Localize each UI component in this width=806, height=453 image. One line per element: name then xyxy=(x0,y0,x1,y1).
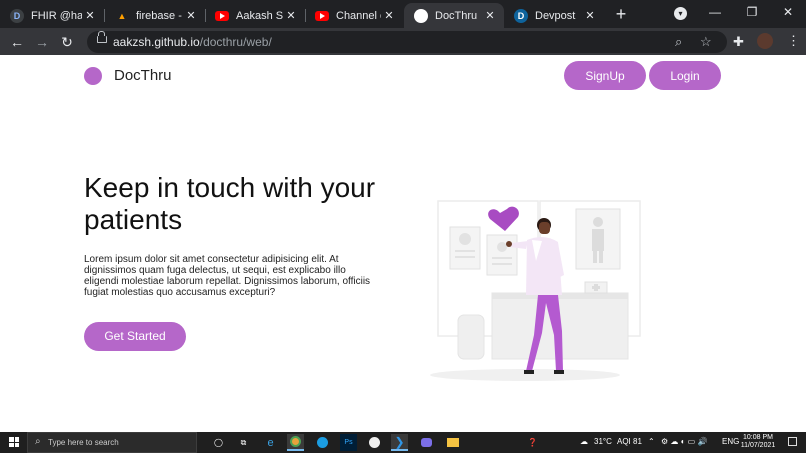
task-view-icon[interactable]: ⧉ xyxy=(235,434,252,451)
restore-icon[interactable]: ❐ xyxy=(737,5,767,19)
url-host: aakzsh.github.io xyxy=(113,35,200,49)
tab-search-icon[interactable]: ▾ xyxy=(674,7,687,20)
edge-legacy-icon[interactable]: e xyxy=(262,434,279,451)
new-tab-button[interactable]: + xyxy=(612,5,630,23)
browser-tab[interactable]: D FHIR @hac ✕ xyxy=(0,3,104,28)
browser-toolbar: ← → ↻ aakzsh.github.io/docthru/web/ ⌕ ☆ … xyxy=(0,28,806,55)
tab-title: Aakash Shr xyxy=(236,9,283,22)
tray-icons[interactable]: ⚙ ☁ ◐ ▭ 🔊 xyxy=(661,437,707,446)
photoshop-icon[interactable]: Ps xyxy=(340,434,357,451)
profile-avatar[interactable] xyxy=(757,33,773,49)
close-icon[interactable]: ✕ xyxy=(582,9,598,22)
logo-icon[interactable] xyxy=(84,67,102,85)
browser-menu-icon[interactable]: ⋮ xyxy=(787,33,800,49)
url-path: /docthru/web/ xyxy=(199,35,272,49)
app-icon[interactable] xyxy=(366,434,383,451)
bookmark-star-icon[interactable]: ☆ xyxy=(700,34,712,50)
browser-tab[interactable]: Channel co ✕ xyxy=(305,3,403,28)
discord-icon[interactable] xyxy=(418,434,435,451)
back-icon[interactable]: ← xyxy=(8,33,26,51)
doctor-illustration xyxy=(430,200,641,381)
browser-tab-strip: D FHIR @hac ✕ ▲ firebase - H ✕ Aakash Sh… xyxy=(0,0,806,28)
browser-tab[interactable]: Aakash Shr ✕ xyxy=(205,3,305,28)
hero-title: Keep in touch with your patients xyxy=(84,172,376,235)
aqi-text[interactable]: AQI 81 xyxy=(617,437,642,446)
edge-icon[interactable] xyxy=(314,434,331,451)
browser-tab[interactable]: ▲ firebase - H ✕ xyxy=(105,3,205,28)
forward-icon[interactable]: → xyxy=(33,33,51,51)
close-icon[interactable]: ✕ xyxy=(183,9,199,22)
file-explorer-icon[interactable] xyxy=(444,434,461,451)
youtube-icon xyxy=(315,10,329,21)
browser-tab[interactable]: D Devpost ✕ xyxy=(504,3,604,28)
tab-title: FHIR @hac xyxy=(31,9,82,22)
window-close-icon[interactable]: ✕ xyxy=(773,5,803,19)
site-brand[interactable]: DocThru xyxy=(114,67,172,84)
browser-tab-active[interactable]: DocThru ✕ xyxy=(404,3,504,28)
taskbar-clock[interactable]: 10:08 PM 11/07/2021 xyxy=(740,434,776,450)
close-icon[interactable]: ✕ xyxy=(82,9,98,22)
weather-temp[interactable]: 31°C xyxy=(594,437,612,446)
reload-icon[interactable]: ↻ xyxy=(58,33,76,51)
url-text[interactable]: aakzsh.github.io/docthru/web/ xyxy=(113,35,272,49)
hero-description: Lorem ipsum dolor sit amet consectetur a… xyxy=(84,254,371,298)
site-navbar: DocThru SignUp Login xyxy=(0,55,806,97)
devpost-d-icon: D xyxy=(10,8,24,23)
cortana-icon[interactable]: ◯ xyxy=(210,434,227,451)
taskbar-search-box[interactable]: ⌕ Type here to search xyxy=(27,432,197,453)
weather-icon[interactable]: ☁ xyxy=(580,437,588,446)
devpost-d-icon: D xyxy=(514,8,528,23)
search-icon: ⌕ xyxy=(35,436,41,447)
windows-start-icon[interactable] xyxy=(9,437,19,447)
clock-time: 10:08 PM xyxy=(743,434,773,441)
tab-title: Devpost xyxy=(535,9,576,22)
login-button[interactable]: Login xyxy=(649,61,721,90)
language-indicator[interactable]: ENG xyxy=(722,437,739,446)
close-icon[interactable]: ✕ xyxy=(381,9,397,22)
extensions-puzzle-icon[interactable]: ✚ xyxy=(733,34,744,50)
firebase-icon: ▲ xyxy=(117,10,127,21)
zoom-search-icon[interactable]: ⌕ xyxy=(675,34,682,50)
chrome-icon[interactable] xyxy=(287,434,304,451)
tab-title: DocThru xyxy=(435,9,478,22)
github-icon xyxy=(414,8,428,23)
help-icon[interactable]: ❓ xyxy=(524,434,541,451)
close-icon[interactable]: ✕ xyxy=(482,9,498,22)
minimize-icon[interactable]: — xyxy=(700,5,730,19)
show-hidden-icons-icon[interactable]: ⌃ xyxy=(648,437,655,446)
windows-taskbar: ⌕ Type here to search ◯ ⧉ e Ps ❯ ❓ ☁ 31°… xyxy=(0,432,806,453)
vscode-icon[interactable]: ❯ xyxy=(391,434,408,451)
tab-title: firebase - H xyxy=(136,9,183,22)
notification-center-icon[interactable] xyxy=(788,437,797,446)
tab-title: Channel co xyxy=(336,9,381,22)
lock-icon[interactable] xyxy=(97,31,107,43)
youtube-icon xyxy=(215,10,229,21)
close-icon[interactable]: ✕ xyxy=(283,9,299,22)
address-bar[interactable]: aakzsh.github.io/docthru/web/ ⌕ ☆ xyxy=(87,31,727,53)
get-started-button[interactable]: Get Started xyxy=(84,322,186,351)
clock-date: 11/07/2021 xyxy=(740,442,776,449)
taskbar-search-placeholder: Type here to search xyxy=(48,438,119,447)
signup-button[interactable]: SignUp xyxy=(564,61,646,90)
